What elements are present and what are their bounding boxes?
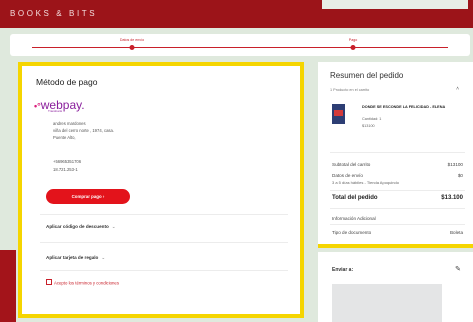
shipping-row: Datos de envío $0 [332,173,463,178]
divider [330,208,465,209]
chevron-up-icon[interactable]: ˄ [456,86,459,92]
payment-panel: Método de pago •°webpay. Transbank andre… [18,62,304,318]
gift-card-toggle[interactable]: Aplicar tarjeta de regalo ⌄ [46,255,105,261]
pay-button[interactable]: Comprar pago › [46,189,130,204]
cart-count: 1 Producto en el carrito [330,88,370,92]
total-label: Total del pedido [332,195,378,201]
subtotal-value: $13100 [447,162,463,167]
checkout-steps: Datos de envío Pago [10,34,470,56]
terms-checkbox[interactable] [46,279,52,285]
product-quantity: Cantidad: 1 [362,117,382,121]
shipping-label: Datos de envío [332,173,363,178]
product-thumbnail[interactable] [332,104,345,124]
address-line: Puente Alto, [53,135,76,140]
phone-number: +56965351706 [53,159,82,164]
divider [330,190,465,191]
address-line: viña del cerro norte , 1974, casa. [53,128,114,133]
divider [330,152,465,153]
chevron-down-icon: ⌄ [111,224,116,229]
discount-code-label: Aplicar código de descuento [46,224,109,229]
terms-checkbox-row[interactable]: Acepto los términos y condiciones [46,279,119,286]
background-accent [0,250,16,322]
step-dot-payment[interactable] [350,45,356,50]
header-strip [322,0,468,9]
product-price: $13100 [362,124,375,128]
document-type-label: Tipo de documento [332,230,372,235]
document-type-value[interactable]: Boleta [450,230,463,235]
step-label-payment[interactable]: Pago [349,38,357,42]
shipping-value: $0 [457,173,463,178]
divider [330,224,465,225]
document-type-row[interactable]: Tipo de documento Boleta [332,230,463,235]
total-value: $13.100 [441,195,463,201]
chevron-down-icon: ⌄ [101,255,106,260]
divider [40,214,288,215]
webpay-logo-sub: Transbank [48,109,63,113]
brand-logo[interactable]: BOOKS & BITS [10,9,97,18]
webpay-logo-mark: •° [34,101,41,111]
shipping-note: 3 a 5 días hábiles - Tienda Apoquindo [332,180,399,185]
map-placeholder [332,284,442,322]
subtotal-label: Subtotal del carrito [332,162,371,167]
contact-info: +56965351706 18.721.253-1 [53,158,81,174]
billing-address: andres mardones viña del cerro norte , 1… [53,120,114,141]
terms-label[interactable]: Acepto los términos y condiciones [54,281,119,286]
total-row: Total del pedido $13.100 [332,195,463,201]
product-name: DONDE SE ESCONDE LA FELICIDAD - ELENA [362,105,446,109]
step-dot-shipping[interactable] [129,45,135,50]
rut-number: 18.721.253-1 [53,167,78,172]
order-summary-panel: Resumen del pedido 1 Producto en el carr… [318,62,473,248]
site-header: BOOKS & BITS [0,0,473,28]
steps-line [32,47,448,48]
gift-card-label: Aplicar tarjeta de regalo [46,255,99,260]
ship-to-title: Enviar a: [332,267,354,273]
additional-info-label: Información Adicional [332,216,376,221]
shipping-address-panel: Enviar a: ✎ [318,252,473,322]
divider [40,242,288,243]
payment-title: Método de pago [36,77,98,87]
step-label-shipping[interactable]: Datos de envío [120,38,144,42]
subtotal-row: Subtotal del carrito $13100 [332,162,463,167]
discount-code-toggle[interactable]: Aplicar código de descuento ⌄ [46,224,116,230]
pencil-icon[interactable]: ✎ [455,265,461,273]
divider [40,270,288,271]
webpay-logo: •°webpay. Transbank [34,96,85,114]
address-line: andres mardones [53,121,86,126]
summary-title: Resumen del pedido [330,71,404,80]
